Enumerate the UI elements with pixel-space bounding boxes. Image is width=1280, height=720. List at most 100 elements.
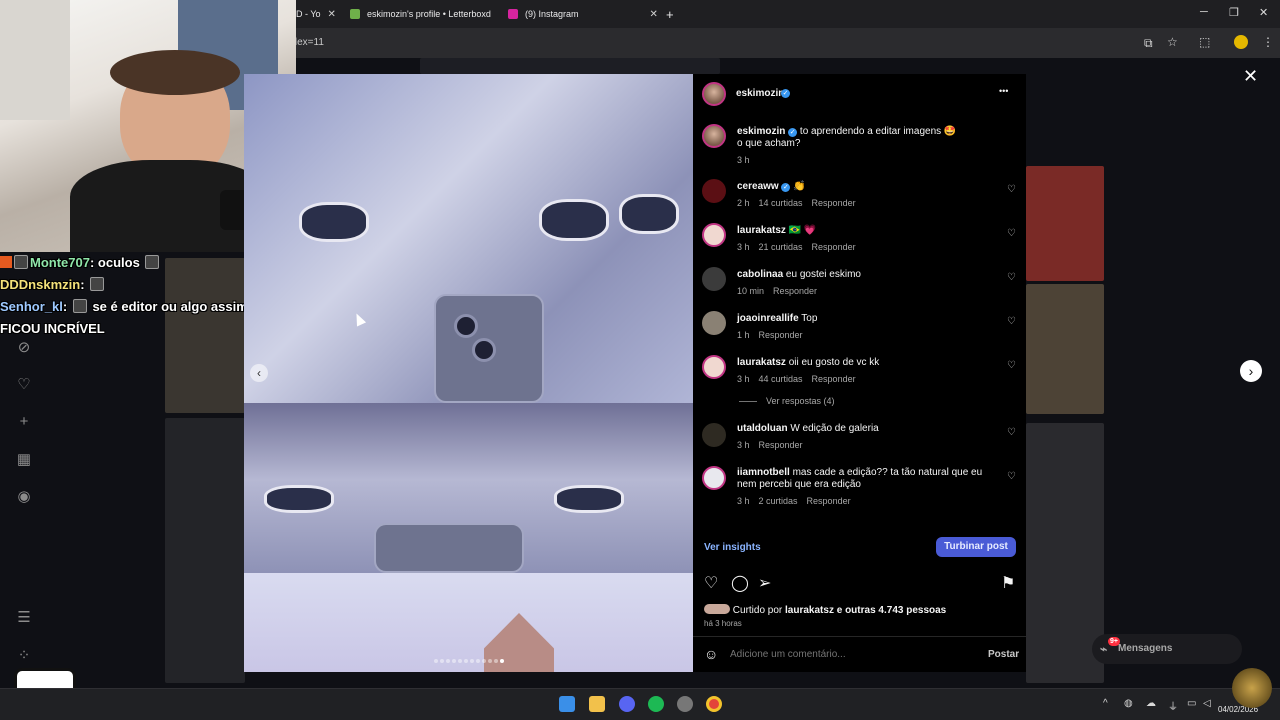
- shape: [484, 613, 554, 672]
- reply-button[interactable]: Responder: [759, 330, 803, 340]
- more-options-icon[interactable]: •••: [999, 86, 1008, 96]
- spotify-icon[interactable]: [648, 696, 664, 712]
- emote-icon: [72, 299, 87, 313]
- tab-youtube[interactable]: D - Yo ✕: [296, 4, 336, 24]
- like-comment-heart-icon[interactable]: ♡: [1007, 361, 1017, 371]
- commenter-avatar[interactable]: [702, 223, 726, 247]
- carousel-dot: [458, 659, 462, 663]
- more-menu-icon[interactable]: ☰: [14, 608, 34, 628]
- threads-icon[interactable]: ◉: [14, 487, 34, 507]
- tray-overflow-icon[interactable]: ^: [1103, 698, 1108, 709]
- carousel-dot: [446, 659, 450, 663]
- reply-button[interactable]: Responder: [807, 496, 851, 506]
- commenter-avatar[interactable]: [702, 311, 726, 335]
- tab-close-icon[interactable]: ✕: [328, 9, 336, 20]
- close-modal-icon[interactable]: ✕: [1243, 66, 1258, 87]
- verified-badge-icon: ✓: [788, 128, 798, 137]
- new-tab-button[interactable]: +: [666, 4, 674, 24]
- close-window-icon[interactable]: ✕: [1259, 6, 1268, 19]
- restore-icon[interactable]: ❐: [1229, 6, 1239, 19]
- tab-close-icon[interactable]: ✕: [650, 9, 658, 20]
- like-comment-heart-icon[interactable]: ♡: [1007, 273, 1017, 283]
- tab-label: eskimozin's profile • Letterboxd: [367, 9, 491, 19]
- tab-letterboxd[interactable]: eskimozin's profile • Letterboxd ✕: [350, 4, 516, 24]
- comment-meta: 3 h2 curtidas Responder: [737, 496, 851, 506]
- like-comment-heart-icon[interactable]: ♡: [1007, 317, 1017, 327]
- menu-kebab-icon[interactable]: ⋮: [1262, 35, 1274, 49]
- save-bookmark-icon[interactable]: ⚑: [1001, 576, 1015, 592]
- reply-button[interactable]: Responder: [759, 440, 803, 450]
- tray-cloud-icon[interactable]: ☁: [1146, 698, 1156, 709]
- reply-button[interactable]: Responder: [812, 198, 856, 208]
- like-comment-heart-icon[interactable]: ♡: [1007, 428, 1017, 438]
- url-field[interactable]: ndex=11: [286, 34, 1166, 52]
- camera-lens: [472, 338, 496, 362]
- boost-post-button[interactable]: Turbinar post: [936, 537, 1016, 557]
- comment: cabolinaa eu gostei eskimo: [737, 269, 861, 280]
- comment-meta: 10 min Responder: [737, 286, 818, 296]
- profile-avatar[interactable]: [1234, 35, 1248, 49]
- commenter-avatar[interactable]: [702, 355, 726, 379]
- reply-button[interactable]: Responder: [812, 374, 856, 384]
- minimize-icon[interactable]: ─: [1200, 6, 1208, 18]
- like-comment-heart-icon[interactable]: ♡: [1007, 229, 1017, 239]
- badge-icon: [0, 256, 12, 268]
- view-insights-link[interactable]: Ver insights: [704, 542, 761, 553]
- comment: utaldoluan W edição de galeria: [737, 423, 879, 434]
- microphone-icon[interactable]: ⏚: [1168, 698, 1178, 713]
- obs-icon[interactable]: [677, 696, 693, 712]
- network-icon[interactable]: ▭: [1187, 698, 1196, 709]
- chrome-icon[interactable]: [706, 696, 722, 712]
- badge-icon: [14, 255, 28, 269]
- post-image[interactable]: [244, 74, 693, 672]
- comment-input[interactable]: [730, 649, 970, 660]
- bookmark-star-icon[interactable]: ☆: [1167, 35, 1178, 49]
- comment-meta: 3 h 44 curtidas Responder: [737, 374, 856, 384]
- next-post-button[interactable]: ›: [1240, 360, 1262, 382]
- carousel-dot: [482, 659, 486, 663]
- messages-button[interactable]: ⌁ 9+ Mensagens: [1092, 634, 1242, 664]
- letterboxd-icon: [350, 9, 360, 19]
- reply-button[interactable]: Responder: [812, 242, 856, 252]
- commenter-avatar[interactable]: [702, 423, 726, 447]
- explore-icon[interactable]: ⊘: [14, 338, 34, 358]
- comment-bubble-icon[interactable]: ◯: [731, 576, 749, 592]
- commenter-avatar[interactable]: [702, 267, 726, 291]
- comment: joaoinreallife Top: [737, 313, 818, 324]
- tray-app-icon[interactable]: ◍: [1124, 698, 1133, 709]
- tab-instagram[interactable]: (9) Instagram ✕: [508, 4, 658, 24]
- emoji-picker-icon[interactable]: ☺: [704, 646, 718, 662]
- author-username[interactable]: eskimozin: [736, 88, 784, 99]
- dashboard-icon[interactable]: ▦: [14, 450, 34, 470]
- grid-thumbnail: [1026, 166, 1104, 281]
- commenter-avatar[interactable]: [702, 179, 726, 203]
- divider: [693, 636, 1026, 637]
- view-replies-button[interactable]: Ver respostas (4): [766, 396, 835, 406]
- share-send-icon[interactable]: ➢: [758, 576, 771, 592]
- extensions-icon[interactable]: ⬚: [1199, 35, 1210, 49]
- like-comment-heart-icon[interactable]: ♡: [1007, 472, 1017, 482]
- caption-time: 3 h: [737, 155, 750, 165]
- file-explorer-icon[interactable]: [589, 696, 605, 712]
- sunglasses: [539, 199, 609, 241]
- author-avatar[interactable]: [702, 82, 726, 106]
- windows-start-icon[interactable]: [559, 696, 575, 712]
- discord-icon[interactable]: [619, 696, 635, 712]
- like-heart-icon[interactable]: ♡: [704, 576, 718, 592]
- carousel-prev-button[interactable]: ‹: [250, 364, 268, 382]
- sunglasses: [554, 485, 624, 513]
- author-avatar[interactable]: [702, 124, 726, 148]
- reply-button[interactable]: Responder: [773, 286, 817, 296]
- notifications-heart-icon[interactable]: ♡: [14, 375, 34, 395]
- commenter-avatar[interactable]: [702, 466, 726, 490]
- sunglasses: [619, 194, 679, 234]
- carousel-dot: [452, 659, 456, 663]
- create-plus-icon[interactable]: +: [14, 412, 34, 432]
- like-comment-heart-icon[interactable]: ♡: [1007, 185, 1017, 195]
- emote-icon: [145, 255, 160, 269]
- also-from-meta-icon[interactable]: ⁘: [14, 646, 34, 666]
- cast-icon[interactable]: ⧉: [1144, 36, 1153, 51]
- streamer-hair: [110, 50, 240, 95]
- volume-icon[interactable]: ◁: [1203, 698, 1211, 709]
- post-comment-button[interactable]: Postar: [988, 649, 1019, 660]
